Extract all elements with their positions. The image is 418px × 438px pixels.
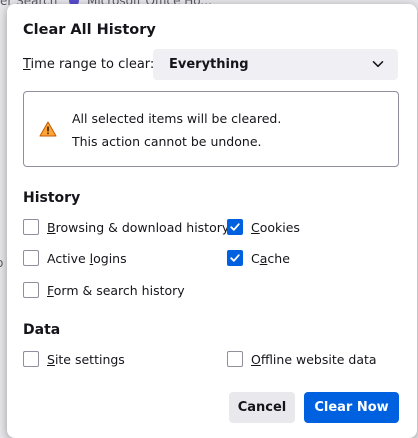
offline-data-label-accel: O [251, 351, 261, 367]
site-settings-checkbox-row[interactable]: Site settings [23, 351, 125, 367]
active-logins-checkbox[interactable] [23, 250, 39, 266]
site-settings-label-accel: S [47, 351, 55, 367]
form-history-label-accel: F [47, 282, 54, 298]
checkmark-icon [230, 254, 240, 262]
browsing-history-label-text: rowsing & download history [55, 219, 230, 235]
active-logins-label-text: ogins [93, 250, 127, 266]
history-section-title: History [23, 190, 81, 206]
cookies-label-text: ookies [259, 219, 300, 235]
cache-checkbox[interactable] [227, 250, 243, 266]
cookies-checkbox[interactable] [227, 219, 243, 235]
clear-now-button[interactable]: Clear Now [304, 392, 399, 423]
data-section-title: Data [23, 322, 61, 338]
active-logins-checkbox-row[interactable]: Active logins [23, 250, 127, 266]
form-history-label-text: orm & search history [53, 282, 185, 298]
browsing-history-label-accel: B [47, 219, 56, 235]
browsing-history-label: Browsing & download history [47, 220, 229, 235]
browsing-history-checkbox-row[interactable]: Browsing & download history [23, 219, 229, 235]
offline-data-checkbox-row[interactable]: Offline website data [227, 351, 377, 367]
offline-data-checkbox[interactable] [227, 351, 243, 367]
site-settings-checkbox[interactable] [23, 351, 39, 367]
time-range-select[interactable]: Everything [153, 49, 398, 80]
offline-data-label: Offline website data [251, 352, 377, 367]
dialog-title: Clear All History [23, 22, 156, 38]
cancel-button[interactable]: Cancel [229, 392, 295, 423]
clear-history-dialog: Clear All History Time range to clear: E… [7, 4, 417, 438]
warning-icon [39, 121, 57, 137]
cookies-label: Cookies [251, 220, 300, 235]
form-history-label: Form & search history [47, 283, 185, 298]
chevron-down-icon [372, 61, 384, 68]
time-range-label-text: ime range to clear: [30, 57, 155, 72]
warning-box: All selected items will be cleared. This… [23, 91, 399, 167]
cache-label-text: che [267, 250, 290, 266]
cookies-checkbox-row[interactable]: Cookies [227, 219, 300, 235]
active-logins-label-pre: Active [47, 250, 90, 266]
cookies-label-accel: C [251, 219, 260, 235]
offline-data-label-text: ffline website data [260, 351, 377, 367]
cache-label-pre: C [251, 250, 260, 266]
active-logins-label: Active logins [47, 251, 127, 266]
browsing-history-checkbox[interactable] [23, 219, 39, 235]
cache-label: Cache [251, 251, 290, 266]
time-range-selected: Everything [169, 57, 249, 72]
warning-line-1: All selected items will be cleared. [72, 111, 282, 126]
time-range-label-accel: T [23, 57, 31, 72]
form-history-checkbox[interactable] [23, 282, 39, 298]
site-settings-label-text: ite settings [54, 351, 125, 367]
background-text-fragment: o [0, 256, 3, 270]
warning-line-2: This action cannot be undone. [72, 134, 262, 149]
site-settings-label: Site settings [47, 352, 125, 367]
time-range-label: Time range to clear: [23, 57, 154, 72]
checkmark-icon [230, 223, 240, 231]
cache-checkbox-row[interactable]: Cache [227, 250, 290, 266]
form-history-checkbox-row[interactable]: Form & search history [23, 282, 185, 298]
